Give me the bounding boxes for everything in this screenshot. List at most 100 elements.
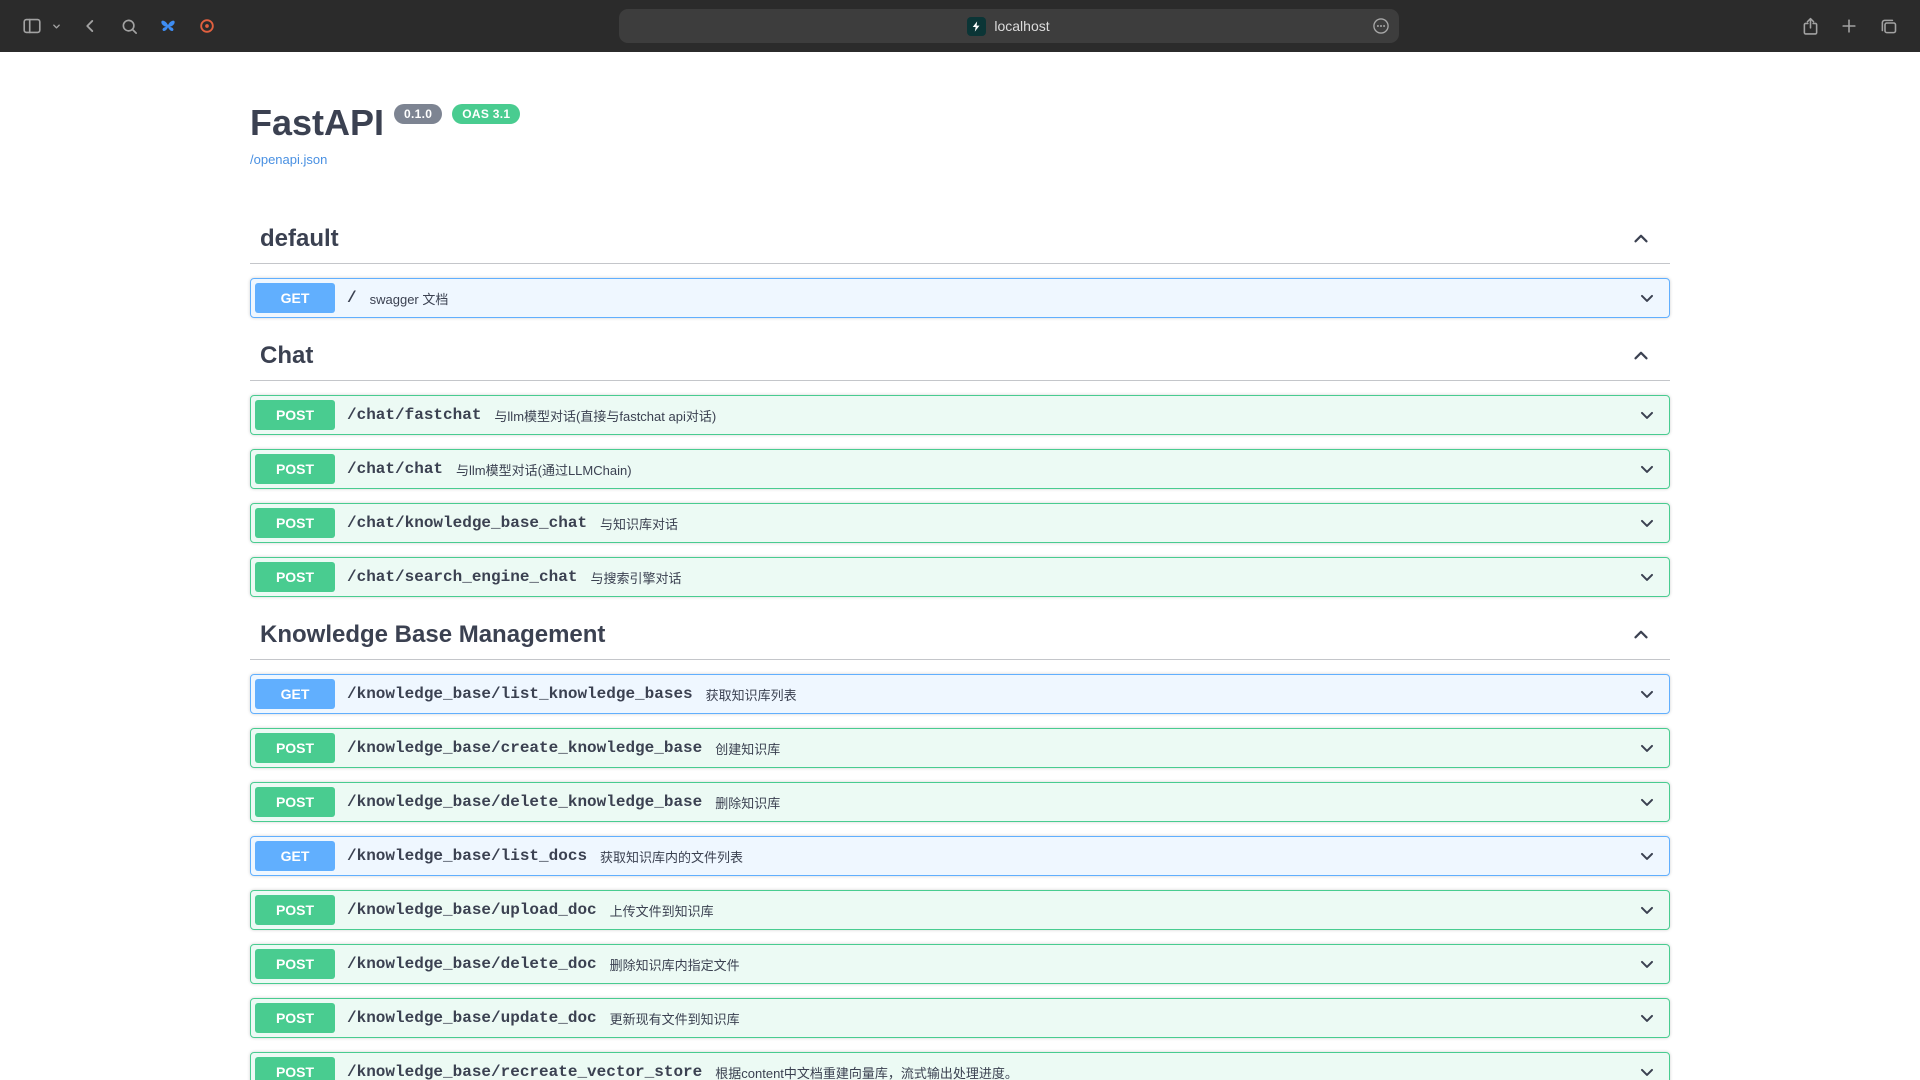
bluesky-extension-icon (158, 16, 178, 36)
bluesky-extension-button[interactable] (150, 8, 186, 44)
chevron-down-icon (1637, 738, 1657, 758)
api-title-text: FastAPI (250, 102, 384, 144)
expand-endpoint-button[interactable] (1637, 792, 1657, 812)
endpoint-description: 删除知识库内指定文件 (610, 955, 740, 974)
endpoint-row[interactable]: POST /knowledge_base/create_knowledge_ba… (250, 728, 1670, 768)
endpoint-description: 与知识库对话 (600, 514, 678, 533)
endpoint-path: /knowledge_base/update_doc (347, 1009, 597, 1027)
back-button[interactable] (72, 8, 108, 44)
endpoint-path: /chat/chat (347, 460, 443, 478)
endpoint-description: 获取知识库列表 (706, 685, 797, 704)
openapi-link[interactable]: /openapi.json (250, 152, 327, 167)
endpoint-description: 更新现有文件到知识库 (610, 1009, 740, 1028)
endpoint-path: /chat/fastchat (347, 406, 481, 424)
endpoint-path: /knowledge_base/delete_knowledge_base (347, 793, 702, 811)
expand-endpoint-button[interactable] (1637, 1062, 1657, 1080)
chevron-down-icon (1637, 288, 1657, 308)
section-header[interactable]: default (250, 215, 1670, 264)
endpoint-path: /knowledge_base/list_knowledge_bases (347, 685, 693, 703)
expand-endpoint-button[interactable] (1637, 954, 1657, 974)
sidebar-toggle-button[interactable] (14, 8, 50, 44)
method-badge: POST (255, 1003, 335, 1033)
page-menu-button[interactable] (1371, 16, 1391, 36)
expand-endpoint-button[interactable] (1637, 459, 1657, 479)
endpoint-row[interactable]: POST /knowledge_base/recreate_vector_sto… (250, 1052, 1670, 1080)
endpoint-description: 创建知识库 (715, 739, 780, 758)
share-icon (1800, 16, 1821, 37)
method-badge: GET (255, 283, 335, 313)
expand-endpoint-button[interactable] (1637, 1008, 1657, 1028)
collapse-section-button[interactable] (1630, 228, 1652, 250)
section-header[interactable]: Chat (250, 332, 1670, 381)
endpoint-description: 获取知识库内的文件列表 (600, 847, 743, 866)
chevron-down-icon (1637, 405, 1657, 425)
endpoint-path: /knowledge_base/list_docs (347, 847, 587, 865)
method-badge: GET (255, 841, 335, 871)
back-icon (79, 15, 101, 37)
sidebar-toggle-icon (21, 15, 43, 37)
collapse-section-button[interactable] (1630, 624, 1652, 646)
url-text: localhost (994, 18, 1049, 34)
endpoint-path: / (347, 289, 357, 307)
chevron-down-icon (50, 20, 63, 33)
endpoint-row[interactable]: POST /chat/search_engine_chat 与搜索引擎对话 (250, 557, 1670, 597)
endpoint-description: 删除知识库 (715, 793, 780, 812)
chevron-up-icon (1630, 345, 1652, 367)
collapse-section-button[interactable] (1630, 345, 1652, 367)
browser-chrome: localhost (0, 0, 1920, 52)
endpoint-row[interactable]: POST /chat/fastchat 与llm模型对话(直接与fastchat… (250, 395, 1670, 435)
chevron-down-icon (1637, 459, 1657, 479)
endpoint-path: /knowledge_base/recreate_vector_store (347, 1063, 702, 1080)
method-badge: POST (255, 400, 335, 430)
expand-endpoint-button[interactable] (1637, 567, 1657, 587)
method-badge: POST (255, 895, 335, 925)
sidebar-menu-button[interactable] (47, 8, 65, 44)
site-favicon (967, 17, 986, 36)
endpoint-row[interactable]: POST /knowledge_base/upload_doc 上传文件到知识库 (250, 890, 1670, 930)
url-bar[interactable]: localhost (619, 9, 1399, 43)
endpoint-row[interactable]: POST /knowledge_base/delete_knowledge_ba… (250, 782, 1670, 822)
oas-badge: OAS 3.1 (452, 104, 520, 124)
endpoint-description: 与llm模型对话(直接与fastchat api对话) (494, 406, 716, 425)
section-endpoints: GET / swagger 文档 (250, 264, 1670, 318)
expand-endpoint-button[interactable] (1637, 684, 1657, 704)
expand-endpoint-button[interactable] (1637, 738, 1657, 758)
api-sections: default GET / swagger 文档 Chat POST /chat… (250, 215, 1670, 1080)
expand-endpoint-button[interactable] (1637, 513, 1657, 533)
method-badge: GET (255, 679, 335, 709)
endpoint-row[interactable]: POST /knowledge_base/update_doc 更新现有文件到知… (250, 998, 1670, 1038)
orange-extension-icon (197, 16, 217, 36)
endpoint-row[interactable]: POST /chat/chat 与llm模型对话(通过LLMChain) (250, 449, 1670, 489)
new-tab-button[interactable] (1831, 8, 1867, 44)
endpoint-row[interactable]: POST /knowledge_base/delete_doc 删除知识库内指定… (250, 944, 1670, 984)
orange-extension-button[interactable] (189, 8, 225, 44)
endpoint-description: 上传文件到知识库 (610, 901, 714, 920)
method-badge: POST (255, 508, 335, 538)
page-content: FastAPI 0.1.0 OAS 3.1 /openapi.json defa… (0, 52, 1920, 1080)
expand-endpoint-button[interactable] (1637, 405, 1657, 425)
endpoint-path: /knowledge_base/delete_doc (347, 955, 597, 973)
endpoint-path: /knowledge_base/upload_doc (347, 901, 597, 919)
version-badge: 0.1.0 (394, 104, 442, 124)
endpoint-row[interactable]: GET / swagger 文档 (250, 278, 1670, 318)
search-button[interactable] (111, 8, 147, 44)
chevron-down-icon (1637, 513, 1657, 533)
expand-endpoint-button[interactable] (1637, 846, 1657, 866)
tab-overview-button[interactable] (1870, 8, 1906, 44)
endpoint-row[interactable]: POST /chat/knowledge_base_chat 与知识库对话 (250, 503, 1670, 543)
api-section: Chat POST /chat/fastchat 与llm模型对话(直接与fas… (250, 332, 1670, 597)
chevron-down-icon (1637, 846, 1657, 866)
chevron-up-icon (1630, 228, 1652, 250)
expand-endpoint-button[interactable] (1637, 900, 1657, 920)
section-endpoints: POST /chat/fastchat 与llm模型对话(直接与fastchat… (250, 381, 1670, 597)
endpoint-path: /chat/knowledge_base_chat (347, 514, 587, 532)
endpoint-row[interactable]: GET /knowledge_base/list_knowledge_bases… (250, 674, 1670, 714)
chevron-down-icon (1637, 900, 1657, 920)
section-header[interactable]: Knowledge Base Management (250, 611, 1670, 660)
endpoint-row[interactable]: GET /knowledge_base/list_docs 获取知识库内的文件列… (250, 836, 1670, 876)
expand-endpoint-button[interactable] (1637, 288, 1657, 308)
method-badge: POST (255, 562, 335, 592)
endpoint-path: /chat/search_engine_chat (347, 568, 577, 586)
share-button[interactable] (1792, 8, 1828, 44)
endpoint-description: 与llm模型对话(通过LLMChain) (456, 460, 632, 479)
